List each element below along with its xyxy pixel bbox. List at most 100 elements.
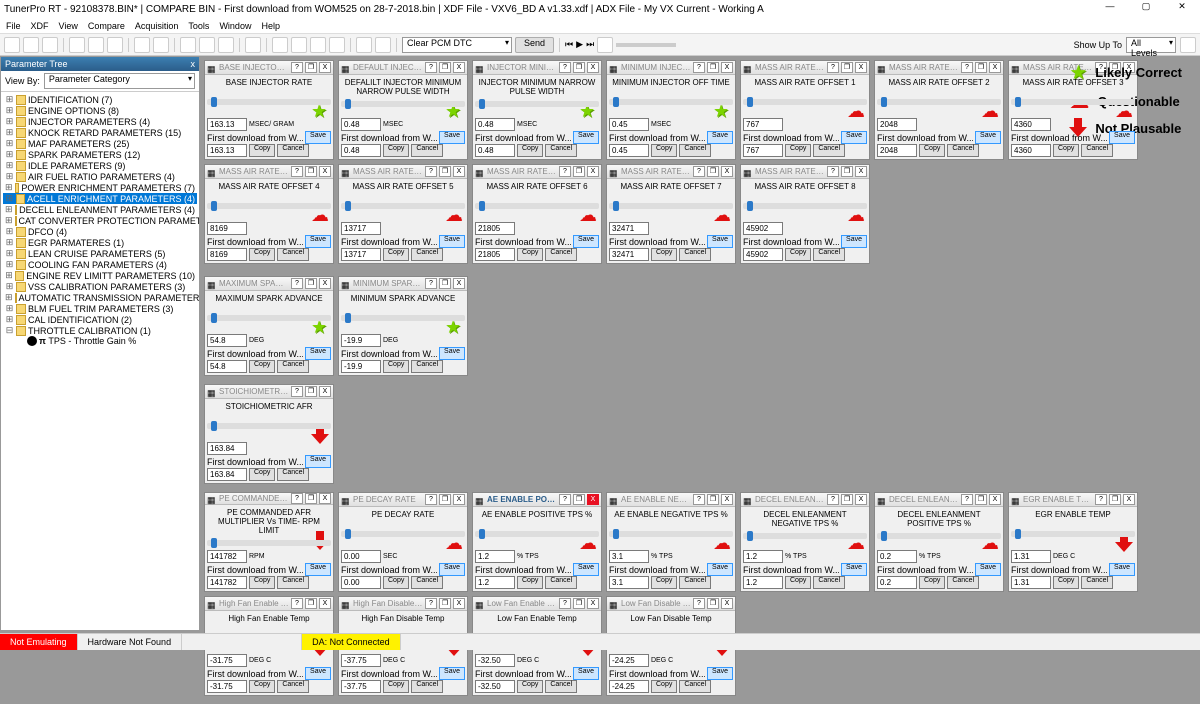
value-slider[interactable] [609,99,733,105]
compare-input[interactable] [877,576,917,589]
panel-help-button[interactable]: ? [693,62,705,73]
tree-item[interactable]: ⊞BLM FUEL TRIM PARAMETERS (3) [3,303,197,314]
copy-button[interactable]: Copy [785,144,811,157]
cancel-button[interactable]: Cancel [545,248,577,261]
cancel-button[interactable]: Cancel [277,248,309,261]
minimize-button[interactable]: — [1096,1,1124,17]
panel-header[interactable]: ▦MINIMUM INJECTOR O...?❐X [607,61,735,75]
compare-input[interactable] [743,248,783,261]
panel-help-button[interactable]: ? [425,62,437,73]
panel-restore-button[interactable]: ❐ [707,598,719,609]
value-slider[interactable] [341,531,465,537]
panel-close-button[interactable]: X [453,598,465,609]
compare-input[interactable] [207,680,247,693]
panel-restore-button[interactable]: ❐ [707,166,719,177]
value-slider[interactable] [475,203,599,209]
value-input[interactable] [207,654,247,667]
tree-item[interactable]: ⊟THROTTLE CALIBRATION (1) [3,325,197,336]
panel-close-button[interactable]: X [989,494,1001,505]
save-button[interactable]: Save [305,131,331,144]
tree-item[interactable]: ⊞KNOCK RETARD PARAMETERS (15) [3,127,197,138]
copy-button[interactable]: Copy [249,680,275,693]
cancel-button[interactable]: Cancel [277,468,309,481]
panel-header[interactable]: ▦High Fan Enable Temp?❐X [205,597,333,611]
panel-help-button[interactable]: ? [827,62,839,73]
copy-button[interactable]: Copy [517,248,543,261]
copy-button[interactable]: Copy [651,248,677,261]
cancel-button[interactable]: Cancel [411,360,443,373]
panel-help-button[interactable]: ? [425,278,437,289]
compare-input[interactable] [609,144,649,157]
copy-button[interactable]: Copy [249,248,275,261]
panel-close-button[interactable]: X [453,62,465,73]
panel-close-button[interactable]: X [587,62,599,73]
value-slider[interactable] [341,315,465,321]
panel-help-button[interactable]: ? [291,62,303,73]
tool-compare-icon[interactable] [329,37,345,53]
value-input[interactable] [341,334,381,347]
value-slider[interactable] [341,101,465,107]
panel-help-button[interactable]: ? [559,62,571,73]
copy-button[interactable]: Copy [383,680,409,693]
panel-header[interactable]: ▦MASS AIR RATE OFFSET 5?❐X [339,165,467,179]
panel-header[interactable]: ▦MASS AIR RATE OFFSET 1?❐X [741,61,869,75]
panel-header[interactable]: ▦MASS AIR RATE OFFSET 6?❐X [473,165,601,179]
tree-item[interactable]: ⊞POWER ENRICHMENT PARAMETERS (7) [3,182,197,193]
panel-help-button[interactable]: ? [693,598,705,609]
value-slider[interactable] [1011,99,1135,105]
save-button[interactable]: Save [707,131,733,144]
panel-close-button[interactable]: X [319,166,331,177]
panel-header[interactable]: ▦MINIMUM SPARK ADVA...?❐X [339,277,467,291]
compare-input[interactable] [743,144,783,157]
value-input[interactable] [609,222,649,235]
copy-button[interactable]: Copy [383,144,409,157]
cancel-button[interactable]: Cancel [545,144,577,157]
tree-item[interactable]: ⊞IDENTIFICATION (7) [3,94,197,105]
tree-item[interactable]: ⊞ACELL ENRICHMENT PARAMETERS (4) [3,193,197,204]
panel-restore-button[interactable]: ❐ [305,386,317,397]
cancel-button[interactable]: Cancel [411,680,443,693]
tree-item[interactable]: ⊞DFCO (4) [3,226,197,237]
value-input[interactable] [609,118,649,131]
tool-connect-icon[interactable] [272,37,288,53]
panel-header[interactable]: ▦DEFAULT INJECTOR MIN...?❐X [339,61,467,75]
menu-compare[interactable]: Compare [88,21,125,31]
panel-header[interactable]: ▦PE COMMANDED AFR ...?❐X [205,493,333,505]
tree-item[interactable]: ⊞CAT CONVERTER PROTECTION PARAMETERS (1) [3,215,197,226]
value-input[interactable] [475,222,515,235]
panel-header[interactable]: ▦MASS AIR RATE OFFSET 4?❐X [205,165,333,179]
compare-input[interactable] [475,144,515,157]
play-end-icon[interactable]: ⏭ [586,39,594,50]
value-input[interactable] [207,118,247,131]
panel-header[interactable]: ▦Low Fan Enable Temp?❐X [473,597,601,611]
save-button[interactable]: Save [841,563,867,576]
panel-close-button[interactable]: X [319,62,331,73]
tool-flag-icon[interactable] [199,37,215,53]
save-button[interactable]: Save [707,667,733,680]
value-input[interactable] [341,550,381,563]
copy-button[interactable]: Copy [919,144,945,157]
save-button[interactable]: Save [439,347,465,360]
panel-header[interactable]: ▦STOICHIOMETRIC AFR?❐X [205,385,333,399]
loop-icon[interactable] [597,37,613,53]
tool-stop-icon[interactable] [375,37,391,53]
cancel-button[interactable]: Cancel [1081,144,1113,157]
save-button[interactable]: Save [305,667,331,680]
copy-button[interactable]: Copy [249,360,275,373]
compare-input[interactable] [475,680,515,693]
menu-file[interactable]: File [6,21,21,31]
panel-close-button[interactable]: X [587,494,599,505]
compare-input[interactable] [609,576,649,589]
copy-button[interactable]: Copy [249,576,275,589]
copy-button[interactable]: Copy [249,468,275,481]
panel-restore-button[interactable]: ❐ [707,494,719,505]
panel-help-button[interactable]: ? [291,493,303,504]
maximize-button[interactable]: ▢ [1132,1,1160,17]
value-input[interactable] [877,550,917,563]
value-input[interactable] [475,654,515,667]
panel-close-button[interactable]: X [319,493,331,504]
parameter-tree[interactable]: ⊞IDENTIFICATION (7)⊞ENGINE OPTIONS (8)⊞I… [1,92,199,630]
value-slider[interactable] [475,531,599,537]
value-input[interactable] [341,654,381,667]
tool-open-icon[interactable] [23,37,39,53]
